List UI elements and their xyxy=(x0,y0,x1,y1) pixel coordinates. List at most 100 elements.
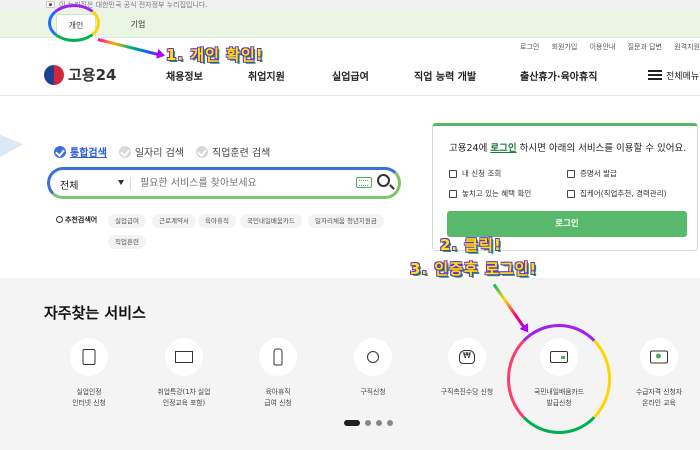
service-label-line2: 온라인 교육 xyxy=(642,399,676,407)
search-tab-label: 일자리 검색 xyxy=(134,148,184,159)
login-panel-title: 고용24에 로그인 하시면 아래의 서비스를 이용할 수 있어요. xyxy=(449,140,686,154)
checklist-icon xyxy=(449,189,457,198)
taegeuk-logo-icon xyxy=(44,64,64,85)
carousel-dot[interactable] xyxy=(365,420,371,426)
signup-link[interactable]: 회원가입 xyxy=(552,43,578,51)
service-label: 집케어(직업추천, 경력관리) xyxy=(580,189,667,198)
money-bag-icon: ₩ xyxy=(459,350,475,364)
qna-link[interactable]: 질문과 답변 xyxy=(628,43,662,51)
keyword-chip[interactable]: 육아휴직 xyxy=(198,214,236,228)
guide-link[interactable]: 이용안내 xyxy=(590,43,616,51)
carousel-dot[interactable] xyxy=(387,420,393,426)
search-tabs: 통합검색 일자리 검색 직업훈련 검색 xyxy=(54,144,282,159)
service-job-promotion-allowance[interactable]: ₩ 구직촉진수당 신청 xyxy=(422,338,512,398)
service-label-line2: 인터넷 신청 xyxy=(72,399,106,407)
monitor-play-icon xyxy=(650,350,668,364)
carousel-pagination xyxy=(344,420,398,426)
briefcase-icon xyxy=(567,189,575,198)
annotation-arrow-1 xyxy=(97,38,163,57)
remote-support-link[interactable]: 원격지원 xyxy=(674,43,700,51)
page: 이 누리집은 대한민국 공식 전자정부 누리집입니다. 개인 기업 1. 개인 … xyxy=(0,0,700,450)
service-online-education[interactable]: 수급자격 신청자온라인 교육 xyxy=(614,338,700,409)
frequent-services-heading: 자주찾는 서비스 xyxy=(44,304,146,322)
keyword-chip[interactable]: 일자리채움 청년지원금 xyxy=(308,214,384,228)
search-tab-jobs[interactable]: 일자리 검색 xyxy=(118,144,184,159)
gov-banner: 이 누리집은 대한민국 공식 전자정부 누리집입니다. xyxy=(0,0,700,10)
keyword-chip[interactable]: 실업급여 xyxy=(108,214,146,228)
check-circle-icon xyxy=(118,145,131,158)
service-label-line1: 실업인정 xyxy=(76,388,102,396)
nav-item-jobs[interactable]: 채용정보 xyxy=(166,68,203,83)
search-tab-integrated[interactable]: 통합검색 xyxy=(54,144,107,159)
logo-text: 고용24 xyxy=(68,66,117,84)
search-bar: 전체 xyxy=(47,167,401,199)
login-title-link[interactable]: 로그인 xyxy=(490,143,516,154)
list-icon xyxy=(449,169,457,178)
service-label: 구직촉진수당 신청 xyxy=(422,387,512,398)
site-logo[interactable]: 고용24 xyxy=(44,64,116,85)
search-tab-label: 직업훈련 검색 xyxy=(212,148,271,159)
check-circle-icon xyxy=(196,145,208,158)
service-my-applications[interactable]: 내 신청 조회 xyxy=(449,168,501,179)
service-label-line1: 구직신청 xyxy=(360,388,386,396)
printer-icon xyxy=(567,169,575,178)
service-label: 증명서 발급 xyxy=(580,169,617,178)
service-job-seeking[interactable]: 구직신청 xyxy=(328,338,418,398)
carousel-dot-active[interactable] xyxy=(344,420,360,426)
all-menu-button[interactable]: 전체메뉴 xyxy=(666,69,699,82)
service-label: 실업인정인터넷 신청 xyxy=(44,387,134,409)
header-divider xyxy=(0,95,700,96)
utility-links: 로그인 회원가입 이용안내 질문과 답변 원격지원 xyxy=(510,42,700,52)
nav-item-employment-support[interactable]: 취업지원 xyxy=(248,68,285,83)
login-link[interactable]: 로그인 xyxy=(520,43,539,51)
paper-plane-icon xyxy=(0,125,25,157)
search-category-value: 전체 xyxy=(60,181,79,192)
user-type-bar: 개인 기업 xyxy=(0,10,700,38)
service-label-line1: 수급자격 신청자 xyxy=(636,388,682,396)
service-label: 취업특강(1차 실업인정교육 포함) xyxy=(139,387,229,409)
service-label: 수급자격 신청자온라인 교육 xyxy=(614,387,700,409)
service-icon-circle xyxy=(640,338,678,376)
service-certificates[interactable]: 증명서 발급 xyxy=(567,168,617,179)
service-missed-benefits[interactable]: 놓치고 있는 혜택 확인 xyxy=(449,188,531,199)
service-parental-leave-benefit[interactable]: 육아휴직급여 신청 xyxy=(233,338,323,409)
service-label: 놓치고 있는 혜택 확인 xyxy=(462,189,532,198)
keyword-chip[interactable]: 직업훈련 xyxy=(108,235,146,249)
search-input[interactable] xyxy=(140,174,340,192)
service-job-care[interactable]: 집케어(직업추천, 경력관리) xyxy=(567,188,667,199)
service-label-line1: 육아휴직 xyxy=(265,388,291,396)
annotation-circle-personal xyxy=(48,4,100,42)
carousel-dot[interactable] xyxy=(376,420,382,426)
search-icon[interactable] xyxy=(377,174,390,187)
annotation-step-1: 1. 개인 확인! xyxy=(166,46,264,64)
service-job-lecture[interactable]: 취업특강(1차 실업인정교육 포함) xyxy=(139,338,229,409)
recommended-keywords-label: 추천검색어 xyxy=(56,215,97,225)
service-label-line1: 취업특강(1차 실업 xyxy=(157,388,211,396)
recommended-label-text: 추천검색어 xyxy=(65,216,98,224)
search-category-select[interactable]: 전체 xyxy=(60,177,124,192)
nav-item-parental-leave[interactable]: 출산휴가·육아휴직 xyxy=(520,68,597,83)
virtual-keyboard-icon[interactable] xyxy=(356,177,372,188)
annotation-step-3: 3. 인증후 로그인! xyxy=(410,260,538,278)
service-label-line1: 구직촉진수당 신청 xyxy=(440,388,494,396)
tab-corporate[interactable]: 기업 xyxy=(118,14,158,38)
search-divider xyxy=(130,177,131,190)
login-title-pre: 고용24에 xyxy=(449,143,491,154)
hamburger-menu-icon[interactable] xyxy=(648,70,662,80)
service-icon-circle: ₩ xyxy=(448,338,486,376)
nav-item-unemployment-benefits[interactable]: 실업급여 xyxy=(332,68,369,83)
service-label-line2: 인정교육 포함) xyxy=(162,399,206,407)
service-icon-circle xyxy=(165,338,203,376)
search-tab-training[interactable]: 직업훈련 검색 xyxy=(196,144,270,159)
service-unemployment-certification[interactable]: 실업인정인터넷 신청 xyxy=(44,338,134,409)
login-title-post: 하시면 아래의 서비스를 이용할 수 있어요. xyxy=(516,143,687,154)
service-label: 내 신청 조회 xyxy=(462,169,502,178)
service-icon-circle xyxy=(259,338,297,376)
keyword-chip[interactable]: 근로계약서 xyxy=(152,214,196,228)
search-tab-label: 통합검색 xyxy=(70,148,107,159)
login-panel: 고용24에 로그인 하시면 아래의 서비스를 이용할 수 있어요. 내 신청 조… xyxy=(432,123,698,251)
nav-item-vocational-training[interactable]: 직업 능력 개발 xyxy=(414,68,476,83)
service-label: 육아휴직급여 신청 xyxy=(233,387,323,409)
keyword-chip[interactable]: 국민내일배움카드 xyxy=(240,214,302,228)
service-label-line2: 급여 신청 xyxy=(264,399,292,407)
